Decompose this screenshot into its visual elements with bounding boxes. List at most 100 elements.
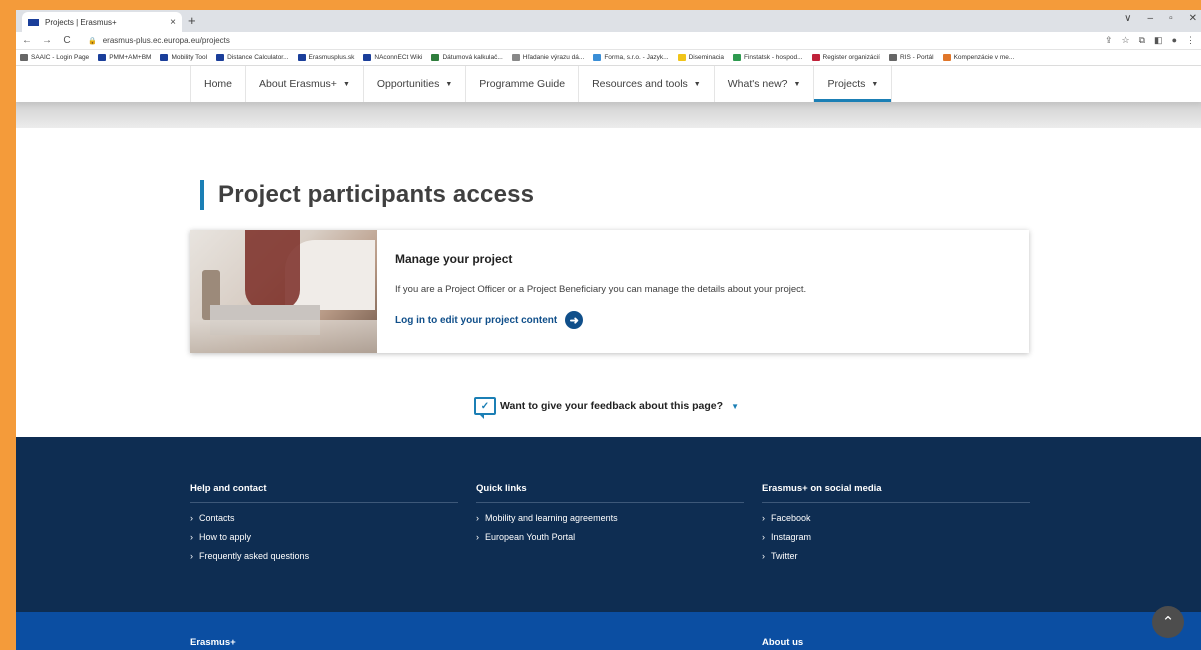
footer-heading: Help and contact [190,483,458,503]
footer-help-contact: Help and contact › Contacts › How to apply… [190,483,458,570]
chevron-right-icon: › [762,551,765,561]
main-menu: Home About Erasmus+ ▼ Opportunities ▼ Prog… [190,66,893,102]
url-field[interactable]: 🔒 erasmus-plus.ec.europa.eu/projects [82,36,1095,45]
bookmark-item[interactable]: Dátumová kalkulač... [431,54,503,61]
bookmark-item[interactable]: NAconnECt Wiki [363,54,422,61]
footer-link-instagram[interactable]: › Instagram [762,532,1030,542]
bookmark-item[interactable]: Hľadanie výrazu dá... [511,54,584,61]
login-edit-link[interactable]: Log in to edit your project content ➜ [395,311,806,329]
nav-item-opportunities[interactable]: Opportunities ▼ [364,66,467,102]
maximize-icon[interactable]: ▫ [1169,13,1173,24]
reload-icon[interactable]: C [62,35,72,46]
bookmark-item[interactable]: Finstatsk - hospod... [733,54,803,61]
footer-link-contacts[interactable]: › Contacts [190,513,458,523]
bookmark-favicon-icon [677,54,686,61]
footer-about-heading: About us [762,637,804,648]
page-heading: Project participants access [200,180,534,210]
caret-down-icon: ▼ [342,80,350,88]
footer-link-faq[interactable]: › Frequently asked questions [190,551,458,561]
footer-heading: Quick links [476,483,744,503]
bookmark-favicon-icon [942,54,951,61]
footer-link-youth-portal[interactable]: › European Youth Portal [476,532,744,542]
bookmark-favicon-icon [511,54,520,61]
tab-search-icon[interactable]: ∨ [1124,13,1131,24]
lock-icon: 🔒 [88,37,97,45]
footer-link-facebook[interactable]: › Facebook [762,513,1030,523]
nav-item-resources[interactable]: Resources and tools ▼ [579,66,715,102]
bookmark-item[interactable]: Distance Calculator... [216,54,289,61]
profile-icon[interactable]: ● [1172,35,1177,46]
caret-down-icon: ▼ [445,80,453,88]
close-tab-icon[interactable]: × [170,17,176,28]
bookmark-item[interactable]: Diseminacia [677,54,724,61]
bookmark-item[interactable]: Register organizácií [811,54,880,61]
header-band [16,102,1201,128]
back-to-top-button[interactable]: ⌃ [1152,606,1184,638]
footer-erasmus-heading: Erasmus+ [190,637,236,648]
card-photo [190,230,377,353]
footer-social-media: Erasmus+ on social media › Facebook › Inst… [762,483,1030,570]
footer-link-mobility-agreements[interactable]: › Mobility and learning agreements [476,513,744,523]
manage-project-card: Manage your project If you are a Project… [190,230,1029,353]
nav-item-projects[interactable]: Projects ▼ [814,66,893,102]
bookmark-item[interactable]: SAAIC - Login Page [20,54,89,61]
login-edit-link-label: Log in to edit your project content [395,314,558,326]
footer-link-twitter[interactable]: › Twitter [762,551,1030,561]
heading-accent-bar [200,180,204,210]
close-window-icon[interactable]: ✕ [1189,13,1197,24]
back-icon[interactable]: ← [22,35,32,46]
bookmark-favicon-icon [20,54,28,61]
bookmark-favicon-icon [216,54,225,61]
page-title: Project participants access [218,181,535,208]
footer-quick-links: Quick links › Mobility and learning agree… [476,483,744,551]
bookmark-favicon-icon [733,54,742,61]
bookmark-favicon-icon [98,54,107,61]
chevron-right-icon: › [476,532,479,542]
card-body: Manage your project If you are a Project… [377,230,824,353]
chevron-right-icon: › [190,513,193,523]
address-bar: ← → C 🔒 erasmus-plus.ec.europa.eu/projec… [16,32,1201,50]
bookmark-favicon-icon [363,54,372,61]
feedback-icon: ✓ [474,397,496,419]
sidebar-icon[interactable]: ◧ [1154,35,1163,46]
share-icon[interactable]: ⇪ [1105,35,1113,46]
chevron-right-icon: › [476,513,479,523]
bookmark-item[interactable]: Forma, s.r.o. - Jazyk... [593,54,669,61]
chevron-right-icon: › [190,532,193,542]
menu-icon[interactable]: ⋮ [1186,35,1195,46]
new-tab-button[interactable]: + [188,13,196,28]
site-navigation: Home About Erasmus+ ▼ Opportunities ▼ Prog… [16,66,1201,102]
bookmark-item[interactable]: Erasmusplus.sk [297,54,354,61]
bookmark-item[interactable]: PMM+AM+BM [98,54,151,61]
minimize-icon[interactable]: – [1148,13,1154,24]
forward-icon[interactable]: → [42,35,52,46]
bookmark-favicon-icon [431,54,440,61]
footer-heading: Erasmus+ on social media [762,483,1030,503]
bookmark-item[interactable]: Kompenzácie v me... [942,54,1014,61]
feedback-toggle[interactable]: ✓ Want to give your feedback about this … [474,397,739,419]
bookmark-favicon-icon [160,54,169,61]
bookmark-item[interactable]: Mobility Tool [160,54,207,61]
nav-item-about[interactable]: About Erasmus+ ▼ [246,66,364,102]
footer-link-how-to-apply[interactable]: › How to apply [190,532,458,542]
bookmark-favicon-icon [889,54,897,61]
caret-down-icon: ▼ [731,401,739,411]
caret-down-icon: ▼ [793,80,801,88]
tab-strip: Projects | Erasmus+ × + ∨ – ▫ ✕ [16,10,1201,32]
extensions-icon[interactable]: ⧉ [1139,35,1145,46]
window-controls: ∨ – ▫ ✕ [1124,13,1197,24]
nav-item-whats-new[interactable]: What's new? ▼ [715,66,815,102]
chevron-right-icon: › [762,532,765,542]
nav-item-home[interactable]: Home [191,66,247,102]
card-title: Manage your project [395,252,513,266]
bookmark-item[interactable]: RIS - Portál [889,54,934,61]
bookmark-favicon-icon [593,54,602,61]
bookmark-star-icon[interactable]: ☆ [1122,35,1130,46]
browser-tab[interactable]: Projects | Erasmus+ × [22,12,182,32]
nav-item-programme-guide[interactable]: Programme Guide [466,66,580,102]
arrow-right-icon[interactable]: ➜ [565,311,584,329]
chevron-right-icon: › [762,513,765,523]
footer: Help and contact › Contacts › How to apply… [16,437,1201,612]
toolbar-icons: ⇪ ☆ ⧉ ◧ ● ⋮ [1105,35,1195,46]
bookmark-favicon-icon [811,54,820,61]
